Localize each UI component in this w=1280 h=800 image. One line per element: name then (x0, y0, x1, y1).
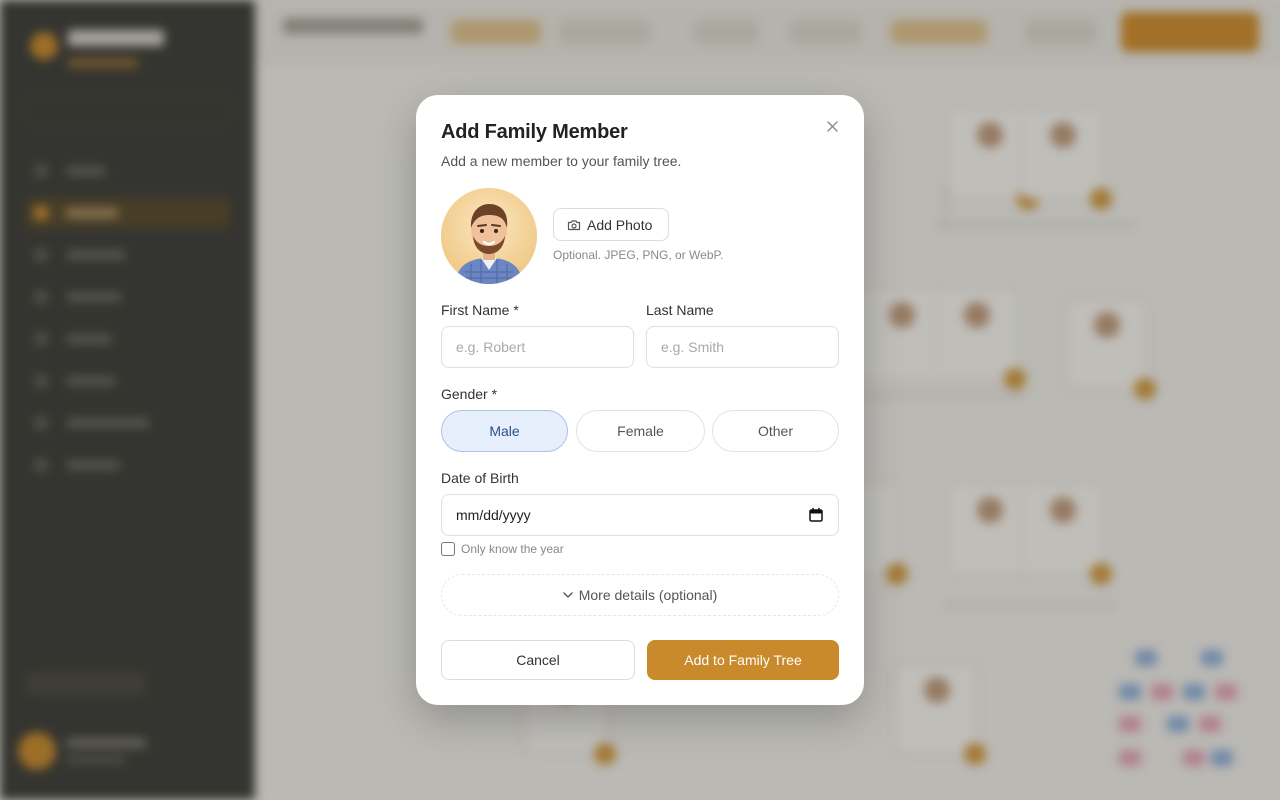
gender-option-female[interactable]: Female (576, 410, 705, 452)
last-name-label: Last Name (646, 302, 714, 318)
close-icon (826, 120, 838, 132)
more-details-label: More details (optional) (578, 587, 718, 603)
year-only-label: Only know the year (461, 542, 564, 556)
photo-hint: Optional. JPEG, PNG, or WebP. (553, 248, 724, 262)
year-only-option: Only know the year (441, 542, 564, 556)
year-only-checkbox[interactable] (441, 542, 455, 556)
date-of-birth-input[interactable]: mm/dd/yyyy (441, 494, 839, 536)
chevron-down-icon (563, 592, 573, 598)
gender-option-other[interactable]: Other (712, 410, 839, 452)
gender-option-male[interactable]: Male (441, 410, 568, 452)
gender-label: Gender * (441, 386, 498, 402)
add-to-family-tree-button[interactable]: Add to Family Tree (647, 640, 839, 680)
add-photo-button[interactable]: Add Photo (553, 208, 669, 241)
add-member-dialog: Add Family Member Add a new member to yo… (416, 95, 864, 705)
dialog-subtitle: Add a new member to your family tree. (441, 153, 682, 169)
avatar-preview (441, 188, 537, 284)
first-name-label: First Name * (441, 302, 519, 318)
last-name-input[interactable] (646, 326, 839, 368)
person-avatar-image (441, 188, 537, 284)
more-details-toggle[interactable]: More details (optional) (441, 574, 839, 616)
cancel-button[interactable]: Cancel (441, 640, 635, 680)
close-button[interactable] (822, 116, 842, 136)
dialog-title: Add Family Member (441, 121, 628, 143)
calendar-icon[interactable] (808, 507, 824, 523)
add-photo-label: Add Photo (587, 216, 653, 233)
date-of-birth-value: mm/dd/yyyy (456, 507, 531, 523)
first-name-input[interactable] (441, 326, 634, 368)
date-of-birth-label: Date of Birth (441, 470, 519, 486)
camera-icon (567, 219, 581, 230)
